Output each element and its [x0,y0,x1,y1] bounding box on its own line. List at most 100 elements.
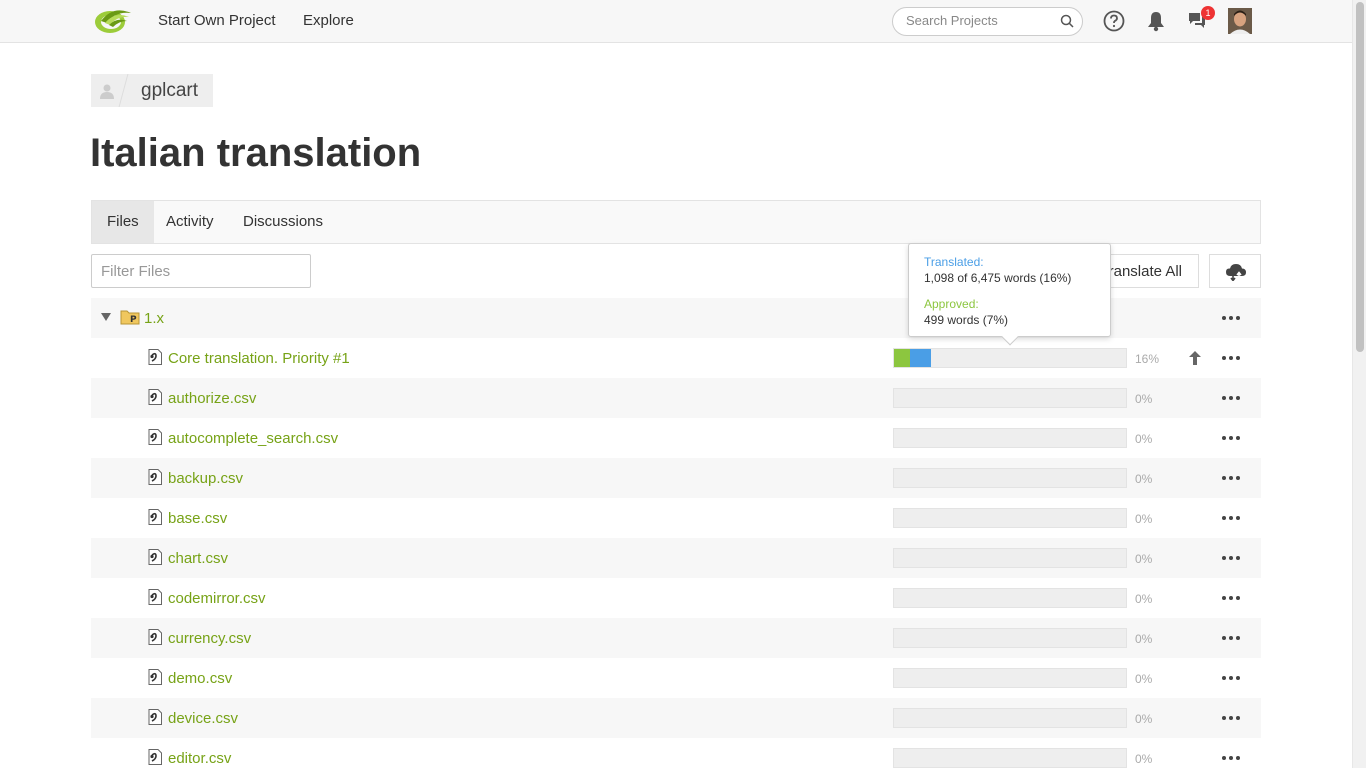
file-icon [148,589,162,605]
tab-discussions[interactable]: Discussions [228,201,338,243]
file-row[interactable]: currency.csv 0% [91,618,1261,658]
file-icon [148,429,162,445]
file-row[interactable]: device.csv 0% [91,698,1261,738]
tab-bar: Files Activity Discussions [91,200,1261,244]
progress-percent: 0% [1135,712,1153,726]
translation-progress-bar[interactable] [893,348,1127,368]
tab-files[interactable]: Files [92,201,154,243]
filter-files-input[interactable] [101,263,301,280]
more-actions-icon[interactable] [1222,670,1240,686]
more-actions-icon[interactable] [1222,630,1240,646]
file-row[interactable]: Core translation. Priority #1 16% [91,338,1261,378]
explore-link[interactable]: Explore [303,12,354,29]
search-input[interactable] [906,13,1056,28]
collapse-caret-icon[interactable] [101,313,111,321]
more-actions-icon[interactable] [1222,390,1240,406]
file-name[interactable]: editor.csv [168,750,231,767]
more-actions-icon[interactable] [1222,550,1240,566]
tooltip-approved-value: 499 words (7%) [924,313,1009,327]
file-icon [148,629,162,645]
translation-progress-bar[interactable] [893,508,1127,528]
progress-percent: 16% [1135,352,1160,366]
translation-progress-bar[interactable] [893,668,1127,688]
page-title: Italian translation [90,131,422,175]
more-actions-icon[interactable] [1222,350,1240,366]
scrollbar-thumb[interactable] [1356,2,1364,352]
file-row[interactable]: autocomplete_search.csv 0% [91,418,1261,458]
search-box[interactable] [892,7,1083,36]
file-row[interactable]: editor.csv 0% [91,738,1261,768]
folder-name[interactable]: 1.x [144,310,164,327]
progress-percent: 0% [1135,752,1153,766]
translation-progress-bar[interactable] [893,588,1127,608]
file-list: P 1.x Core translation. Priority #1 16% … [91,298,1261,768]
progress-percent: 0% [1135,512,1153,526]
file-icon [148,749,162,765]
file-icon [148,669,162,685]
file-icon [148,709,162,725]
page-scrollbar[interactable] [1352,0,1366,768]
more-actions-icon[interactable] [1222,430,1240,446]
file-icon [148,509,162,525]
notifications-bell-icon[interactable] [1146,10,1166,32]
crowdin-logo[interactable] [93,7,133,35]
translated-progress [910,349,931,367]
more-actions-icon[interactable] [1222,590,1240,606]
tooltip-translated-value: 1,098 of 6,475 words (16%) [924,271,1072,285]
file-name[interactable]: chart.csv [168,550,228,567]
owner-avatar[interactable] [91,74,123,107]
translation-progress-bar[interactable] [893,748,1127,768]
notification-badge: 1 [1201,6,1215,20]
progress-percent: 0% [1135,672,1153,686]
search-icon[interactable] [1060,14,1074,28]
more-actions-icon[interactable] [1222,310,1240,326]
file-name[interactable]: codemirror.csv [168,590,266,607]
progress-percent: 0% [1135,632,1153,646]
translation-progress-bar[interactable] [893,388,1127,408]
branch-folder-icon: P [120,310,140,325]
translation-progress-bar[interactable] [893,628,1127,648]
translate-all-label: Translate All [1100,263,1182,280]
help-icon[interactable] [1103,10,1125,32]
progress-tooltip: Translated: 1,098 of 6,475 words (16%) A… [908,243,1111,346]
file-name[interactable]: demo.csv [168,670,232,687]
file-row[interactable]: codemirror.csv 0% [91,578,1261,618]
svg-text:P: P [130,315,137,325]
user-avatar[interactable] [1228,8,1252,34]
file-row[interactable]: base.csv 0% [91,498,1261,538]
file-row[interactable]: demo.csv 0% [91,658,1261,698]
file-name[interactable]: base.csv [168,510,227,527]
file-row[interactable]: chart.csv 0% [91,538,1261,578]
progress-percent: 0% [1135,592,1153,606]
more-actions-icon[interactable] [1222,710,1240,726]
progress-percent: 0% [1135,472,1153,486]
file-name[interactable]: Core translation. Priority #1 [168,350,350,367]
progress-percent: 0% [1135,552,1153,566]
file-row[interactable]: authorize.csv 0% [91,378,1261,418]
user-icon [100,84,114,99]
tab-activity[interactable]: Activity [151,201,229,243]
translation-progress-bar[interactable] [893,548,1127,568]
start-own-project-link[interactable]: Start Own Project [158,12,276,29]
more-actions-icon[interactable] [1222,750,1240,766]
progress-percent: 0% [1135,432,1153,446]
breadcrumb-project[interactable]: gplcart [124,80,213,102]
more-actions-icon[interactable] [1222,470,1240,486]
top-navbar: Start Own Project Explore 1 [0,0,1352,43]
file-name[interactable]: device.csv [168,710,238,727]
upload-arrow-icon[interactable] [1189,351,1201,365]
tooltip-translated-label: Translated: [924,255,984,269]
translation-progress-bar[interactable] [893,708,1127,728]
download-upload-button[interactable] [1209,254,1261,288]
translation-progress-bar[interactable] [893,428,1127,448]
file-row[interactable]: backup.csv 0% [91,458,1261,498]
file-name[interactable]: authorize.csv [168,390,256,407]
filter-files-field[interactable] [91,254,311,288]
more-actions-icon[interactable] [1222,510,1240,526]
tooltip-approved-label: Approved: [924,297,979,311]
progress-percent: 0% [1135,392,1153,406]
file-name[interactable]: currency.csv [168,630,251,647]
file-name[interactable]: backup.csv [168,470,243,487]
file-name[interactable]: autocomplete_search.csv [168,430,338,447]
translation-progress-bar[interactable] [893,468,1127,488]
